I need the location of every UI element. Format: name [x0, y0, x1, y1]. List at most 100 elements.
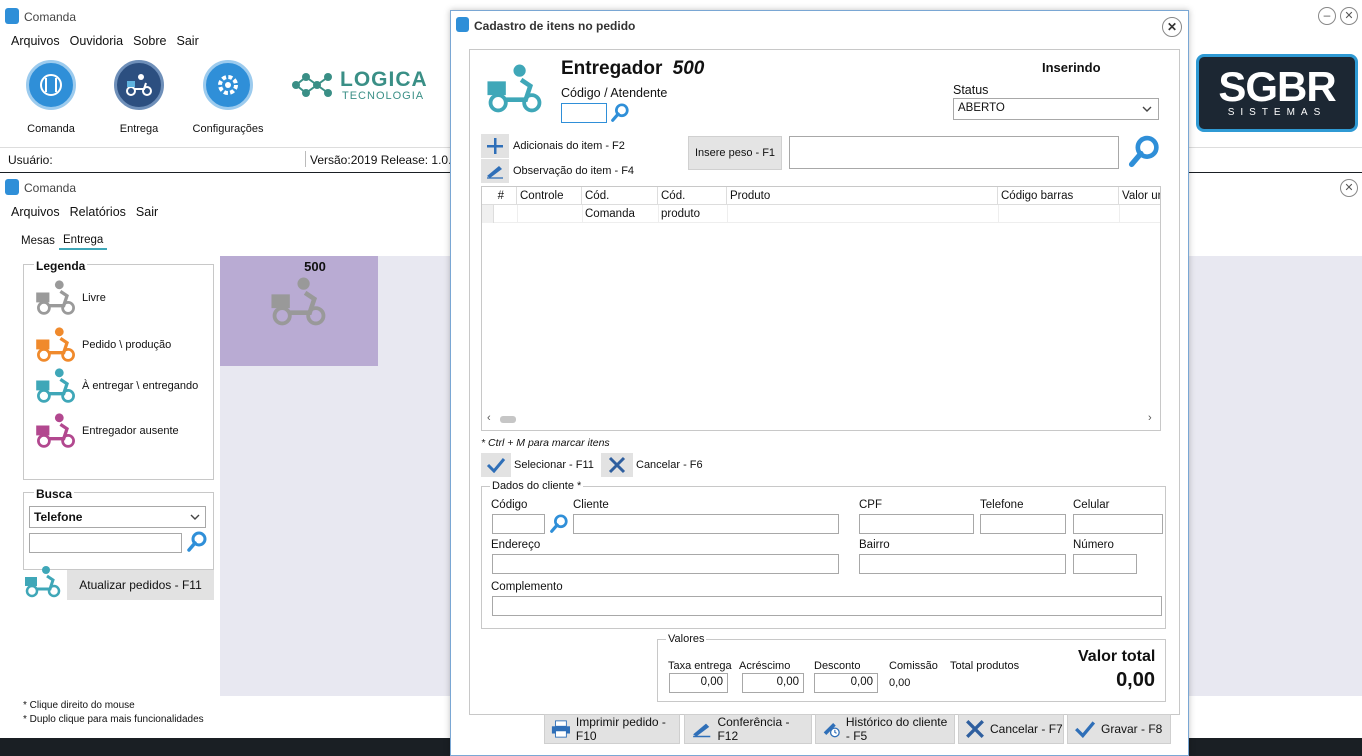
tab-entrega[interactable]: Entrega [59, 234, 108, 250]
logica-brand: LOGICA [340, 68, 428, 91]
toolbar-comanda-button[interactable]: Comanda [18, 60, 84, 136]
grid-col-valor-un[interactable]: Valor un [1119, 187, 1160, 205]
delivery-moto-icon [36, 280, 75, 315]
child-close-icon[interactable]: ✕ [1340, 179, 1358, 197]
historico-cliente-label: Histórico do cliente - F5 [845, 715, 948, 743]
legend-item: Entregador ausente [34, 412, 179, 450]
history-icon [823, 722, 840, 738]
cancelar-selecao-button[interactable]: Cancelar - F6 [601, 453, 703, 477]
close-icon[interactable]: ✕ [1340, 7, 1358, 25]
delivery-tile[interactable]: 500 [220, 256, 378, 366]
toolbar-entrega-button[interactable]: Entrega [106, 60, 172, 136]
search-type-select[interactable]: Telefone [29, 506, 206, 528]
app-icon [5, 8, 19, 24]
status-select[interactable]: ABERTO [953, 98, 1159, 120]
adicionais-button[interactable]: Adicionais do item - F2 [481, 134, 625, 158]
search-icon[interactable] [610, 103, 630, 123]
cancelar-selecao-label: Cancelar - F6 [636, 459, 703, 471]
valor-total-value: 0,00 [1116, 669, 1155, 691]
imprimir-pedido-button[interactable]: Imprimir pedido - F10 [544, 714, 680, 744]
grid-col-codigo-barras[interactable]: Código barras [998, 187, 1119, 205]
menu-sobre[interactable]: Sobre [133, 34, 166, 48]
grid-col-produto[interactable]: Produto [727, 187, 998, 205]
codigo-cliente-label: Código [491, 499, 528, 511]
legend-item: Pedido \ produção [34, 326, 171, 364]
desconto-input[interactable]: 0,00 [814, 673, 878, 693]
telefone-input[interactable] [980, 514, 1066, 534]
delivery-tile-number: 500 [304, 259, 326, 274]
selecionar-button[interactable]: Selecionar - F11 [481, 453, 594, 477]
gravar-button[interactable]: Gravar - F8 [1067, 714, 1171, 744]
search-icon[interactable] [1127, 135, 1161, 169]
menu-sair[interactable]: Sair [136, 205, 158, 219]
status-version: Versão:2019 Release: 1.0.0.1 [310, 153, 469, 167]
acrescimo-input[interactable]: 0,00 [742, 673, 804, 693]
toolbar-comanda-label: Comanda [27, 123, 75, 135]
total-produtos-label: Total produtos [950, 660, 1020, 672]
endereco-input[interactable] [492, 554, 839, 574]
legend-item-label: Pedido \ produção [82, 339, 172, 351]
update-orders-button[interactable]: Atualizar pedidos - F11 [67, 570, 214, 600]
dialog-close-icon[interactable]: ✕ [1162, 17, 1182, 37]
observacao-label: Observação do item - F4 [513, 165, 635, 177]
grid-col-index[interactable]: # [482, 187, 517, 205]
menu-relatorios[interactable]: Relatórios [70, 205, 126, 219]
menu-sair[interactable]: Sair [177, 34, 199, 48]
historico-cliente-button[interactable]: Histórico do cliente - F5 [815, 714, 955, 744]
codigo-input[interactable] [561, 103, 607, 123]
grid-scroll-right[interactable]: › [1148, 412, 1152, 424]
conferencia-button[interactable]: Conferência - F12 [684, 714, 812, 744]
valores-group: Valores Taxa entrega 0,00 Acréscimo 0,00… [657, 633, 1166, 702]
pencil-icon [693, 723, 711, 738]
x-icon [601, 453, 633, 477]
entregador-heading: Entregador 500 [561, 58, 704, 80]
search-icon[interactable] [186, 531, 208, 553]
toolbar-config-button[interactable]: Configurações [190, 60, 266, 136]
status-user: Usuário: [8, 153, 53, 167]
menu-ouvidoria[interactable]: Ouvidoria [70, 34, 124, 48]
item-search-input[interactable] [789, 136, 1119, 169]
complemento-input[interactable] [492, 596, 1162, 616]
dialog-app-icon [456, 17, 469, 32]
conferencia-label: Conferência - F12 [717, 715, 790, 743]
search-icon[interactable] [549, 514, 569, 534]
legend-box: Legenda Livre Pedido \ produção À entregar… [23, 259, 214, 480]
grid-new-row[interactable] [482, 205, 1160, 223]
search-title: Busca [34, 487, 75, 501]
grid-scroll-left[interactable]: ‹ [487, 412, 491, 424]
dialog-title: Cadastro de itens no pedido [474, 19, 636, 33]
status-label: Status [953, 83, 989, 97]
grid-scrollbar-thumb[interactable] [500, 416, 516, 423]
insere-peso-button[interactable]: Insere peso - F1 [688, 136, 782, 170]
search-input[interactable] [29, 533, 182, 553]
items-grid[interactable]: # Controle Cód. Comanda Cód. produto Pro… [481, 186, 1161, 431]
child-menu: Arquivos Relatórios Sair [11, 205, 168, 219]
observacao-button[interactable]: Observação do item - F4 [481, 159, 634, 183]
legend-item: Livre [34, 279, 106, 317]
check-icon [1075, 721, 1096, 738]
delivery-moto-icon [36, 368, 75, 403]
numero-input[interactable] [1073, 554, 1137, 574]
minimize-icon[interactable]: – [1318, 7, 1336, 25]
menu-arquivos[interactable]: Arquivos [11, 205, 60, 219]
celular-input[interactable] [1073, 514, 1163, 534]
cliente-input[interactable] [573, 514, 839, 534]
valor-total-label: Valor total [1078, 648, 1156, 665]
taxa-input[interactable]: 0,00 [669, 673, 728, 693]
grid-col-cod-produto[interactable]: Cód. produto [658, 187, 727, 220]
tab-mesas[interactable]: Mesas [21, 235, 55, 247]
cliente-group-title: Dados do cliente * [490, 480, 584, 492]
cpf-input[interactable] [859, 514, 974, 534]
bairro-input[interactable] [859, 554, 1066, 574]
grid-hint: * Ctrl + M para marcar itens [481, 437, 610, 449]
hint-double-click: * Duplo clique para mais funcionalidades [23, 714, 204, 725]
codigo-cliente-input[interactable] [492, 514, 545, 534]
grid-col-cod-comanda[interactable]: Cód. Comanda [582, 187, 658, 220]
mode-text: Inserindo [1042, 60, 1101, 75]
menu-arquivos[interactable]: Arquivos [11, 34, 60, 48]
logica-logo: LOGICA TECNOLOGIA [290, 68, 430, 104]
cancelar-button[interactable]: Cancelar - F7 [958, 714, 1064, 744]
grid-col-controle[interactable]: Controle [517, 187, 582, 205]
complemento-label: Complemento [491, 581, 563, 593]
sgbr-brand: SGBR [1218, 63, 1336, 110]
